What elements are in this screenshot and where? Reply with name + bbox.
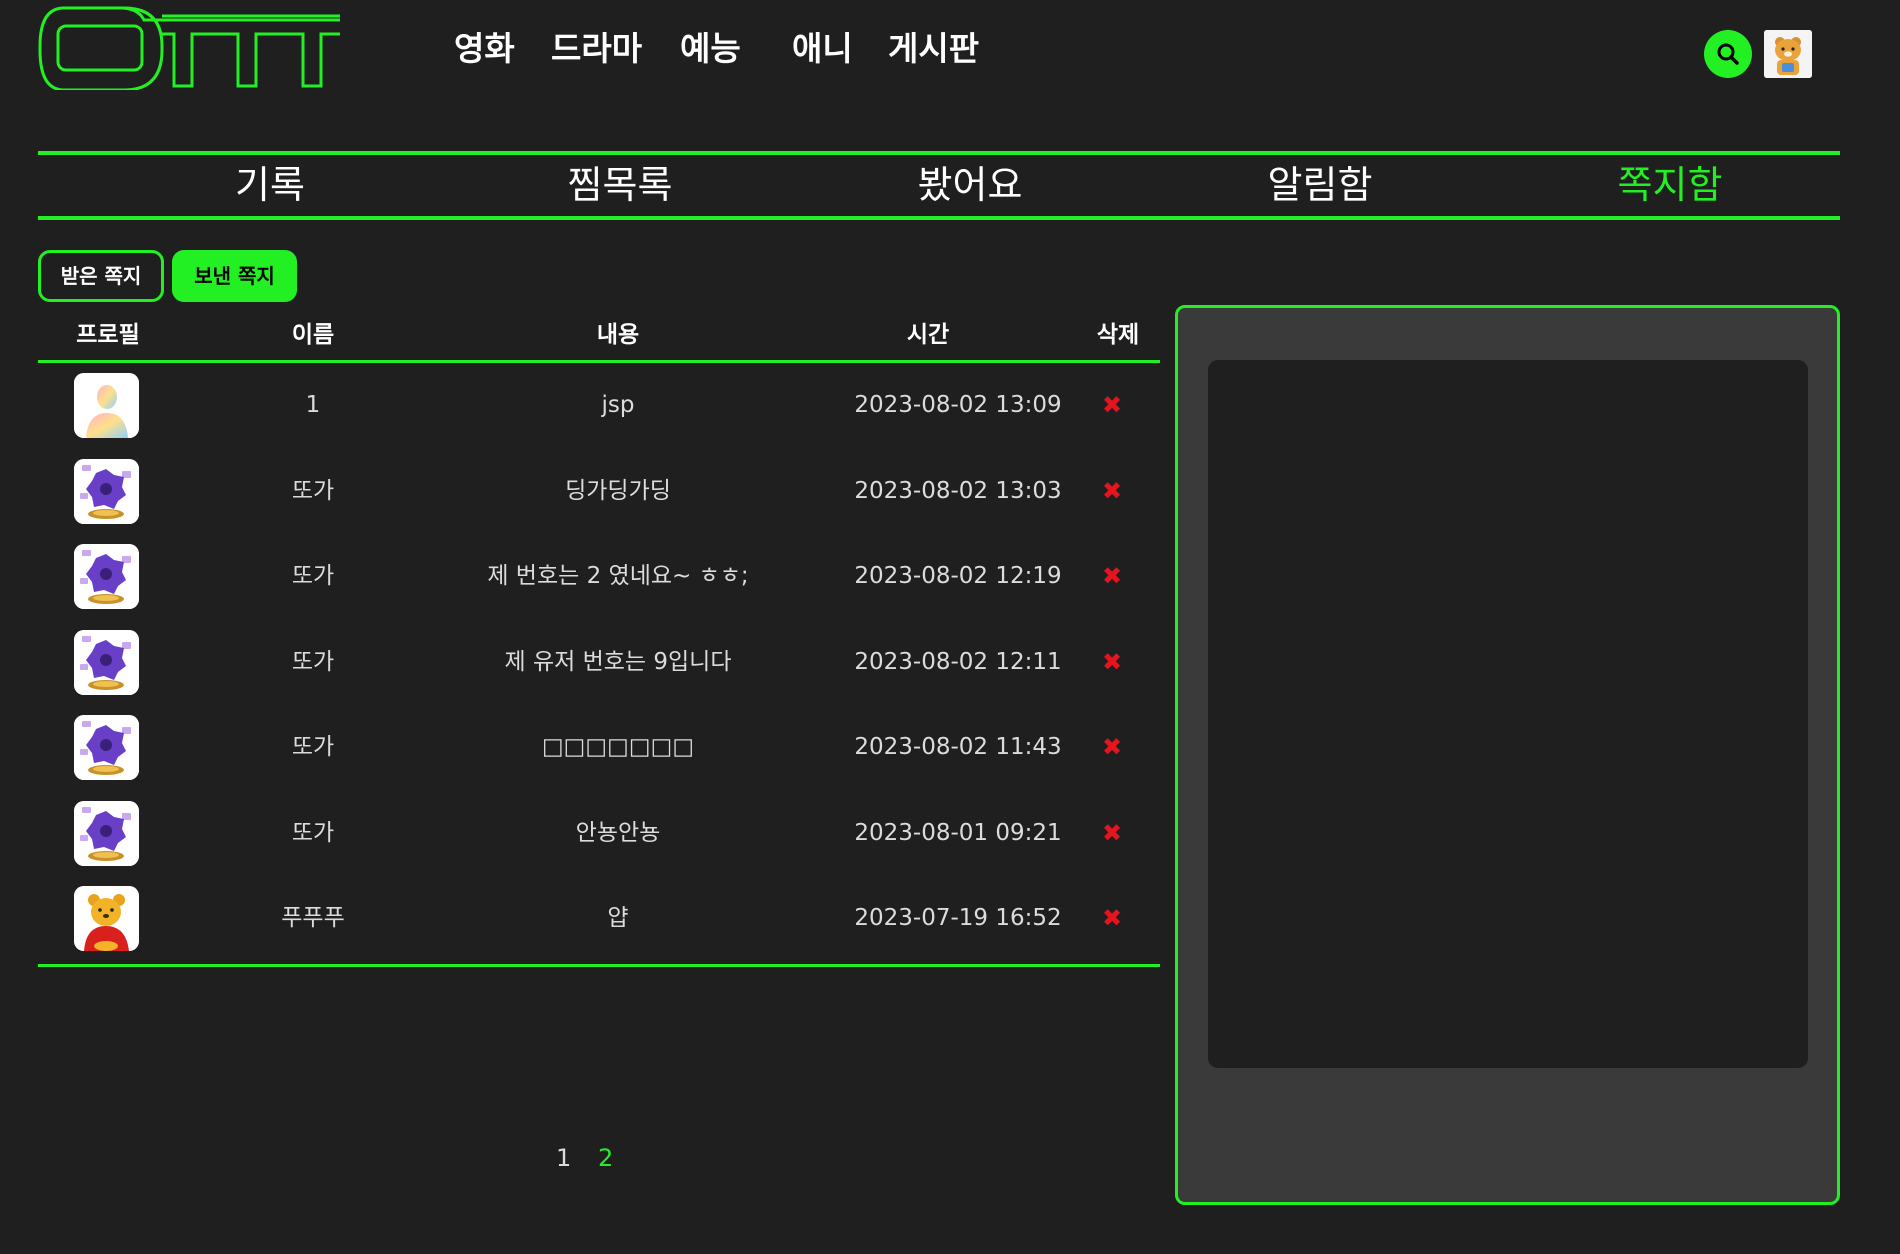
search-icon	[1717, 43, 1739, 65]
sent-messages-button[interactable]: 보낸 쪽지	[172, 250, 297, 302]
tab-messages[interactable]: 쪽지함	[1495, 155, 1845, 216]
purple-gem-trophy-icon	[74, 629, 139, 695]
delete-icon[interactable]: ✖	[1100, 650, 1124, 674]
message-detail-panel	[1175, 305, 1840, 1205]
header-time: 시간	[906, 322, 950, 348]
header-profile: 프로필	[76, 322, 140, 348]
purple-gem-trophy-icon	[74, 715, 139, 780]
message-content[interactable]: jsp	[438, 363, 798, 448]
sender-name: 또가	[291, 734, 335, 760]
header: 영화 드라마 예능 애니 게시판	[0, 0, 1900, 110]
purple-gem-trophy-icon	[74, 800, 139, 866]
purple-gem-trophy-icon	[74, 458, 139, 524]
message-time: 2023-08-02 13:09	[854, 392, 1062, 418]
sender-name: 또가	[291, 648, 335, 675]
delete-icon[interactable]: ✖	[1100, 821, 1124, 845]
received-messages-button[interactable]: 받은 쪽지	[38, 250, 164, 302]
message-content[interactable]: 제 유저 번호는 9입니다	[438, 620, 798, 705]
message-time: 2023-08-01 09:21	[854, 819, 1062, 846]
search-button[interactable]	[1704, 30, 1752, 78]
message-time: 2023-08-02 11:43	[854, 734, 1062, 760]
table-row[interactable]: 또가 안뇽안뇽 2023-08-01 09:21 ✖	[38, 791, 1160, 876]
message-content[interactable]: 얍	[438, 876, 798, 961]
default-user-icon	[74, 373, 139, 438]
table-row[interactable]: 또가 딩가딩가딩 2023-08-02 13:03 ✖	[38, 449, 1160, 534]
header-delete: 삭제	[1096, 322, 1140, 348]
message-content[interactable]: 딩가딩가딩	[438, 449, 798, 534]
header-name: 이름	[291, 322, 335, 348]
page-1-link[interactable]: 1	[556, 1138, 571, 1178]
nav-anime[interactable]: 애니	[792, 24, 853, 74]
nav-variety[interactable]: 예능	[680, 24, 741, 74]
table-header: 프로필 이름 내용 시간 삭제	[38, 310, 1160, 363]
message-content[interactable]: 안뇽안뇽	[438, 791, 798, 876]
message-time: 2023-08-02 12:19	[854, 563, 1062, 589]
purple-gem-trophy-icon	[74, 544, 139, 609]
header-content: 내용	[596, 322, 640, 348]
nav-movies[interactable]: 영화	[454, 24, 515, 74]
table-body: 1 jsp 2023-08-02 13:09 ✖ 또가 딩가딩가딩 2023-08-02 1…	[38, 363, 1160, 967]
sender-name: 푸푸푸	[281, 905, 345, 931]
nav-drama[interactable]: 드라마	[551, 24, 642, 74]
message-time: 2023-07-19 16:52	[854, 905, 1062, 931]
delete-icon[interactable]: ✖	[1100, 479, 1124, 503]
bear-character-icon	[1764, 30, 1812, 78]
delete-icon[interactable]: ✖	[1100, 906, 1124, 930]
tab-watched[interactable]: 봤어요	[795, 155, 1145, 216]
delete-icon[interactable]: ✖	[1100, 735, 1124, 759]
tab-notifications[interactable]: 알림함	[1145, 155, 1495, 216]
message-content[interactable]: 제 번호는 2 였네요~ ㅎㅎ;	[438, 534, 798, 619]
message-content[interactable]: □□□□□□□	[438, 705, 798, 790]
tab-wishlist[interactable]: 찜목록	[445, 155, 795, 216]
sender-name: 또가	[291, 563, 335, 589]
table-row[interactable]: 또가 제 번호는 2 였네요~ ㅎㅎ; 2023-08-02 12:19 ✖	[38, 534, 1160, 619]
delete-icon[interactable]: ✖	[1100, 393, 1124, 417]
pooh-icon	[74, 886, 139, 951]
ottt-logo[interactable]	[38, 6, 340, 90]
message-detail-content	[1208, 360, 1808, 1068]
tab-history[interactable]: 기록	[95, 155, 445, 216]
sender-name: 또가	[291, 819, 335, 846]
mypage-tabs: 기록 찜목록 봤어요 알림함 쪽지함	[38, 151, 1840, 220]
delete-icon[interactable]: ✖	[1100, 564, 1124, 588]
message-time: 2023-08-02 13:03	[854, 477, 1062, 504]
table-row[interactable]: 또가 제 유저 번호는 9입니다 2023-08-02 12:11 ✖	[38, 620, 1160, 705]
nav-board[interactable]: 게시판	[888, 24, 979, 74]
sender-name: 1	[305, 392, 321, 418]
messages-table: 프로필 이름 내용 시간 삭제 1 jsp 2023-08-02 13:09 ✖ 또가 딩…	[38, 310, 1160, 967]
table-row[interactable]: 또가 □□□□□□□ 2023-08-02 11:43 ✖	[38, 705, 1160, 790]
app: 영화 드라마 예능 애니 게시판 기록 찜목록 봤어요 알림함 쪽지함 받은 쪽…	[0, 0, 1900, 1254]
message-time: 2023-08-02 12:11	[854, 648, 1062, 675]
table-row[interactable]: 푸푸푸 얍 2023-07-19 16:52 ✖	[38, 876, 1160, 961]
table-row[interactable]: 1 jsp 2023-08-02 13:09 ✖	[38, 363, 1160, 448]
page-2-link[interactable]: 2	[598, 1138, 613, 1178]
user-avatar[interactable]	[1764, 30, 1812, 78]
sender-name: 또가	[291, 477, 335, 504]
